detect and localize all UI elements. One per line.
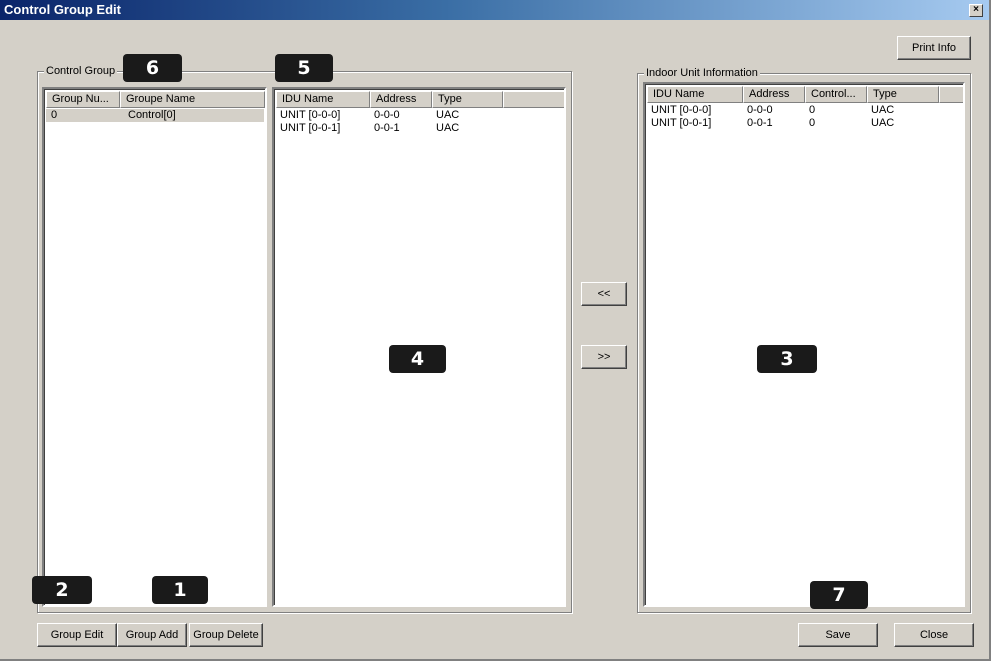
title-bar[interactable]: Control Group Edit × <box>0 0 989 20</box>
group-members-list-header: IDU Name Address Type <box>276 91 564 108</box>
address-cell: 0-0-0 <box>747 104 773 116</box>
callout-badge-3: 3 <box>757 345 817 373</box>
address-cell: 0-0-1 <box>374 122 400 134</box>
column-header-idu-name[interactable]: IDU Name <box>276 91 370 108</box>
type-cell: UAC <box>871 117 895 129</box>
callout-badge-7: 7 <box>810 581 868 609</box>
group-number-cell: 0 <box>51 109 58 121</box>
address-cell: 0-0-0 <box>374 109 400 121</box>
group-delete-button[interactable]: Group Delete <box>189 623 263 647</box>
callout-badge-4: 4 <box>389 345 446 373</box>
table-row[interactable]: UNIT [0-0-1] 0-0-1 UAC <box>276 122 503 135</box>
column-header-address[interactable]: Address <box>370 91 432 108</box>
group-add-button[interactable]: Group Add <box>117 623 187 647</box>
column-header-address[interactable]: Address <box>743 86 805 103</box>
callout-badge-6: 6 <box>123 54 182 82</box>
column-header-empty <box>503 91 564 108</box>
column-header-idu-name[interactable]: IDU Name <box>647 86 743 103</box>
control-group-list[interactable]: Group Nu... Groupe Name 0 Control[0] <box>42 87 267 607</box>
control-group-edit-window: Control Group Edit × Print Info Control … <box>0 0 991 661</box>
indoor-unit-list-header: IDU Name Address Control... Type <box>647 86 963 103</box>
column-header-type[interactable]: Type <box>867 86 939 103</box>
idu-name-cell: UNIT [0-0-0] <box>651 104 712 116</box>
close-icon[interactable]: × <box>969 4 983 17</box>
control-group-label: Control Group <box>44 65 118 77</box>
control-group-list-header: Group Nu... Groupe Name <box>46 91 265 108</box>
control-cell: 0 <box>809 104 816 116</box>
column-header-control[interactable]: Control... <box>805 86 867 103</box>
column-header-type[interactable]: Type <box>432 91 503 108</box>
window-title: Control Group Edit <box>4 2 121 17</box>
idu-name-cell: UNIT [0-0-0] <box>280 109 341 121</box>
column-header-group-number[interactable]: Group Nu... <box>46 91 120 108</box>
table-row[interactable]: UNIT [0-0-1] 0-0-1 0 UAC <box>647 117 939 130</box>
table-row[interactable]: UNIT [0-0-0] 0-0-0 0 UAC <box>647 104 939 117</box>
indoor-unit-info-label: Indoor Unit Information <box>644 67 760 79</box>
group-edit-button[interactable]: Group Edit <box>37 623 117 647</box>
address-cell: 0-0-1 <box>747 117 773 129</box>
type-cell: UAC <box>436 109 460 121</box>
column-header-group-name[interactable]: Groupe Name <box>120 91 265 108</box>
table-row[interactable]: 0 Control[0] <box>46 109 264 122</box>
control-cell: 0 <box>809 117 816 129</box>
column-header-empty <box>939 86 963 103</box>
save-button[interactable]: Save <box>798 623 878 647</box>
callout-badge-2: 2 <box>32 576 92 604</box>
type-cell: UAC <box>436 122 460 134</box>
table-row[interactable]: UNIT [0-0-0] 0-0-0 UAC <box>276 109 503 122</box>
print-info-button[interactable]: Print Info <box>897 36 971 60</box>
move-left-button[interactable]: << <box>581 282 627 306</box>
move-right-button[interactable]: >> <box>581 345 627 369</box>
callout-badge-5: 5 <box>275 54 333 82</box>
type-cell: UAC <box>871 104 895 116</box>
idu-name-cell: UNIT [0-0-1] <box>280 122 341 134</box>
callout-badge-1: 1 <box>152 576 208 604</box>
group-name-cell: Control[0] <box>128 109 176 121</box>
idu-name-cell: UNIT [0-0-1] <box>651 117 712 129</box>
close-button[interactable]: Close <box>894 623 974 647</box>
